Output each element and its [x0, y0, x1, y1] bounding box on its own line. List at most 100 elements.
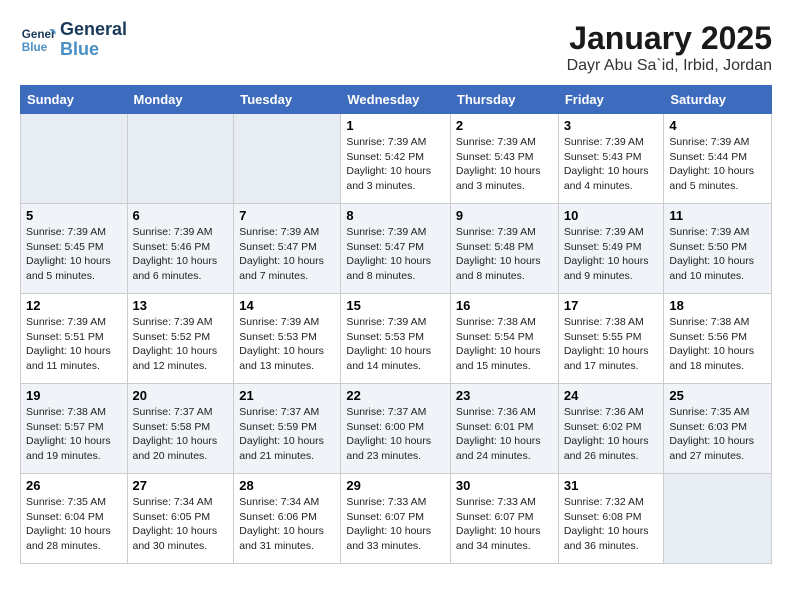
day-number: 19 [26, 388, 122, 403]
day-number: 13 [133, 298, 229, 313]
day-number: 1 [346, 118, 445, 133]
day-number: 25 [669, 388, 766, 403]
cell-details: Sunrise: 7:34 AM Sunset: 6:05 PM Dayligh… [133, 495, 229, 554]
calendar-cell: 3 Sunrise: 7:39 AM Sunset: 5:43 PM Daylig… [558, 114, 664, 204]
calendar-cell: 29 Sunrise: 7:33 AM Sunset: 6:07 PM Dayli… [341, 474, 451, 564]
calendar-week-row: 5 Sunrise: 7:39 AM Sunset: 5:45 PM Daylig… [21, 204, 772, 294]
day-number: 29 [346, 478, 445, 493]
calendar-cell: 31 Sunrise: 7:32 AM Sunset: 6:08 PM Dayli… [558, 474, 664, 564]
calendar-cell: 9 Sunrise: 7:39 AM Sunset: 5:48 PM Daylig… [450, 204, 558, 294]
cell-details: Sunrise: 7:38 AM Sunset: 5:54 PM Dayligh… [456, 315, 553, 374]
month-title: January 2025 [567, 20, 772, 57]
calendar-cell: 11Sunrise: 7:39 AM Sunset: 5:50 PM Dayli… [664, 204, 772, 294]
cell-details: Sunrise: 7:38 AM Sunset: 5:57 PM Dayligh… [26, 405, 122, 464]
cell-details: Sunrise: 7:33 AM Sunset: 6:07 PM Dayligh… [346, 495, 445, 554]
calendar-cell: 5 Sunrise: 7:39 AM Sunset: 5:45 PM Daylig… [21, 204, 128, 294]
day-number: 31 [564, 478, 659, 493]
day-number: 24 [564, 388, 659, 403]
calendar-cell: 16 Sunrise: 7:38 AM Sunset: 5:54 PM Dayli… [450, 294, 558, 384]
cell-details: Sunrise: 7:36 AM Sunset: 6:02 PM Dayligh… [564, 405, 659, 464]
svg-text:Blue: Blue [22, 41, 48, 54]
cell-details: Sunrise: 7:32 AM Sunset: 6:08 PM Dayligh… [564, 495, 659, 554]
day-number: 22 [346, 388, 445, 403]
cell-details: Sunrise: 7:37 AM Sunset: 6:00 PM Dayligh… [346, 405, 445, 464]
calendar-cell: 7 Sunrise: 7:39 AM Sunset: 5:47 PM Daylig… [234, 204, 341, 294]
calendar-cell: 6Sunrise: 7:39 AM Sunset: 5:46 PM Daylig… [127, 204, 234, 294]
cell-details: Sunrise: 7:39 AM Sunset: 5:47 PM Dayligh… [239, 225, 335, 284]
calendar-cell: 21 Sunrise: 7:37 AM Sunset: 5:59 PM Dayli… [234, 384, 341, 474]
calendar-cell: 19 Sunrise: 7:38 AM Sunset: 5:57 PM Dayli… [21, 384, 128, 474]
day-number: 15 [346, 298, 445, 313]
calendar-cell [21, 114, 128, 204]
day-number: 20 [133, 388, 229, 403]
day-number: 16 [456, 298, 553, 313]
calendar-cell: 24 Sunrise: 7:36 AM Sunset: 6:02 PM Dayli… [558, 384, 664, 474]
logo-text: General Blue [60, 20, 127, 60]
calendar-cell: 8 Sunrise: 7:39 AM Sunset: 5:47 PM Daylig… [341, 204, 451, 294]
calendar-cell: 10 Sunrise: 7:39 AM Sunset: 5:49 PM Dayli… [558, 204, 664, 294]
day-number: 8 [346, 208, 445, 223]
cell-details: Sunrise: 7:39 AM Sunset: 5:53 PM Dayligh… [239, 315, 335, 374]
cell-details: Sunrise: 7:34 AM Sunset: 6:06 PM Dayligh… [239, 495, 335, 554]
weekday-header: Wednesday [341, 86, 451, 114]
cell-details: Sunrise: 7:37 AM Sunset: 5:59 PM Dayligh… [239, 405, 335, 464]
weekday-header: Friday [558, 86, 664, 114]
day-number: 30 [456, 478, 553, 493]
cell-details: Sunrise: 7:39 AM Sunset: 5:53 PM Dayligh… [346, 315, 445, 374]
calendar-cell [127, 114, 234, 204]
cell-details: Sunrise: 7:39 AM Sunset: 5:49 PM Dayligh… [564, 225, 659, 284]
weekday-header: Saturday [664, 86, 772, 114]
day-number: 21 [239, 388, 335, 403]
cell-details: Sunrise: 7:39 AM Sunset: 5:45 PM Dayligh… [26, 225, 122, 284]
cell-details: Sunrise: 7:39 AM Sunset: 5:47 PM Dayligh… [346, 225, 445, 284]
calendar-cell: 30Sunrise: 7:33 AM Sunset: 6:07 PM Dayli… [450, 474, 558, 564]
day-number: 26 [26, 478, 122, 493]
calendar-week-row: 1 Sunrise: 7:39 AM Sunset: 5:42 PM Daylig… [21, 114, 772, 204]
weekday-header: Tuesday [234, 86, 341, 114]
cell-details: Sunrise: 7:36 AM Sunset: 6:01 PM Dayligh… [456, 405, 553, 464]
cell-details: Sunrise: 7:35 AM Sunset: 6:03 PM Dayligh… [669, 405, 766, 464]
weekday-header: Sunday [21, 86, 128, 114]
calendar-cell: 2 Sunrise: 7:39 AM Sunset: 5:43 PM Daylig… [450, 114, 558, 204]
day-number: 10 [564, 208, 659, 223]
day-number: 5 [26, 208, 122, 223]
calendar-cell: 23Sunrise: 7:36 AM Sunset: 6:01 PM Dayli… [450, 384, 558, 474]
calendar-cell: 12 Sunrise: 7:39 AM Sunset: 5:51 PM Dayli… [21, 294, 128, 384]
cell-details: Sunrise: 7:39 AM Sunset: 5:43 PM Dayligh… [564, 135, 659, 194]
calendar-cell: 14 Sunrise: 7:39 AM Sunset: 5:53 PM Dayli… [234, 294, 341, 384]
calendar-cell: 15 Sunrise: 7:39 AM Sunset: 5:53 PM Dayli… [341, 294, 451, 384]
calendar-cell: 17Sunrise: 7:38 AM Sunset: 5:55 PM Dayli… [558, 294, 664, 384]
calendar-cell: 22 Sunrise: 7:37 AM Sunset: 6:00 PM Dayli… [341, 384, 451, 474]
calendar-week-row: 12 Sunrise: 7:39 AM Sunset: 5:51 PM Dayli… [21, 294, 772, 384]
calendar-cell: 20 Sunrise: 7:37 AM Sunset: 5:58 PM Dayli… [127, 384, 234, 474]
calendar-week-row: 19 Sunrise: 7:38 AM Sunset: 5:57 PM Dayli… [21, 384, 772, 474]
cell-details: Sunrise: 7:39 AM Sunset: 5:52 PM Dayligh… [133, 315, 229, 374]
calendar-table: SundayMondayTuesdayWednesdayThursdayFrid… [20, 85, 772, 564]
cell-details: Sunrise: 7:39 AM Sunset: 5:44 PM Dayligh… [669, 135, 766, 194]
cell-details: Sunrise: 7:39 AM Sunset: 5:51 PM Dayligh… [26, 315, 122, 374]
cell-details: Sunrise: 7:39 AM Sunset: 5:50 PM Dayligh… [669, 225, 766, 284]
weekday-header-row: SundayMondayTuesdayWednesdayThursdayFrid… [21, 86, 772, 114]
cell-details: Sunrise: 7:37 AM Sunset: 5:58 PM Dayligh… [133, 405, 229, 464]
calendar-cell: 28Sunrise: 7:34 AM Sunset: 6:06 PM Dayli… [234, 474, 341, 564]
day-number: 4 [669, 118, 766, 133]
day-number: 12 [26, 298, 122, 313]
calendar-cell [664, 474, 772, 564]
calendar-cell: 26 Sunrise: 7:35 AM Sunset: 6:04 PM Dayli… [21, 474, 128, 564]
cell-details: Sunrise: 7:39 AM Sunset: 5:48 PM Dayligh… [456, 225, 553, 284]
cell-details: Sunrise: 7:38 AM Sunset: 5:56 PM Dayligh… [669, 315, 766, 374]
logo: General Blue General Blue [20, 20, 127, 60]
cell-details: Sunrise: 7:35 AM Sunset: 6:04 PM Dayligh… [26, 495, 122, 554]
day-number: 17 [564, 298, 659, 313]
day-number: 9 [456, 208, 553, 223]
calendar-cell [234, 114, 341, 204]
page-header: General Blue General Blue January 2025 D… [20, 20, 772, 75]
weekday-header: Monday [127, 86, 234, 114]
cell-details: Sunrise: 7:39 AM Sunset: 5:42 PM Dayligh… [346, 135, 445, 194]
day-number: 3 [564, 118, 659, 133]
day-number: 2 [456, 118, 553, 133]
day-number: 7 [239, 208, 335, 223]
cell-details: Sunrise: 7:39 AM Sunset: 5:46 PM Dayligh… [133, 225, 229, 284]
day-number: 14 [239, 298, 335, 313]
cell-details: Sunrise: 7:39 AM Sunset: 5:43 PM Dayligh… [456, 135, 553, 194]
